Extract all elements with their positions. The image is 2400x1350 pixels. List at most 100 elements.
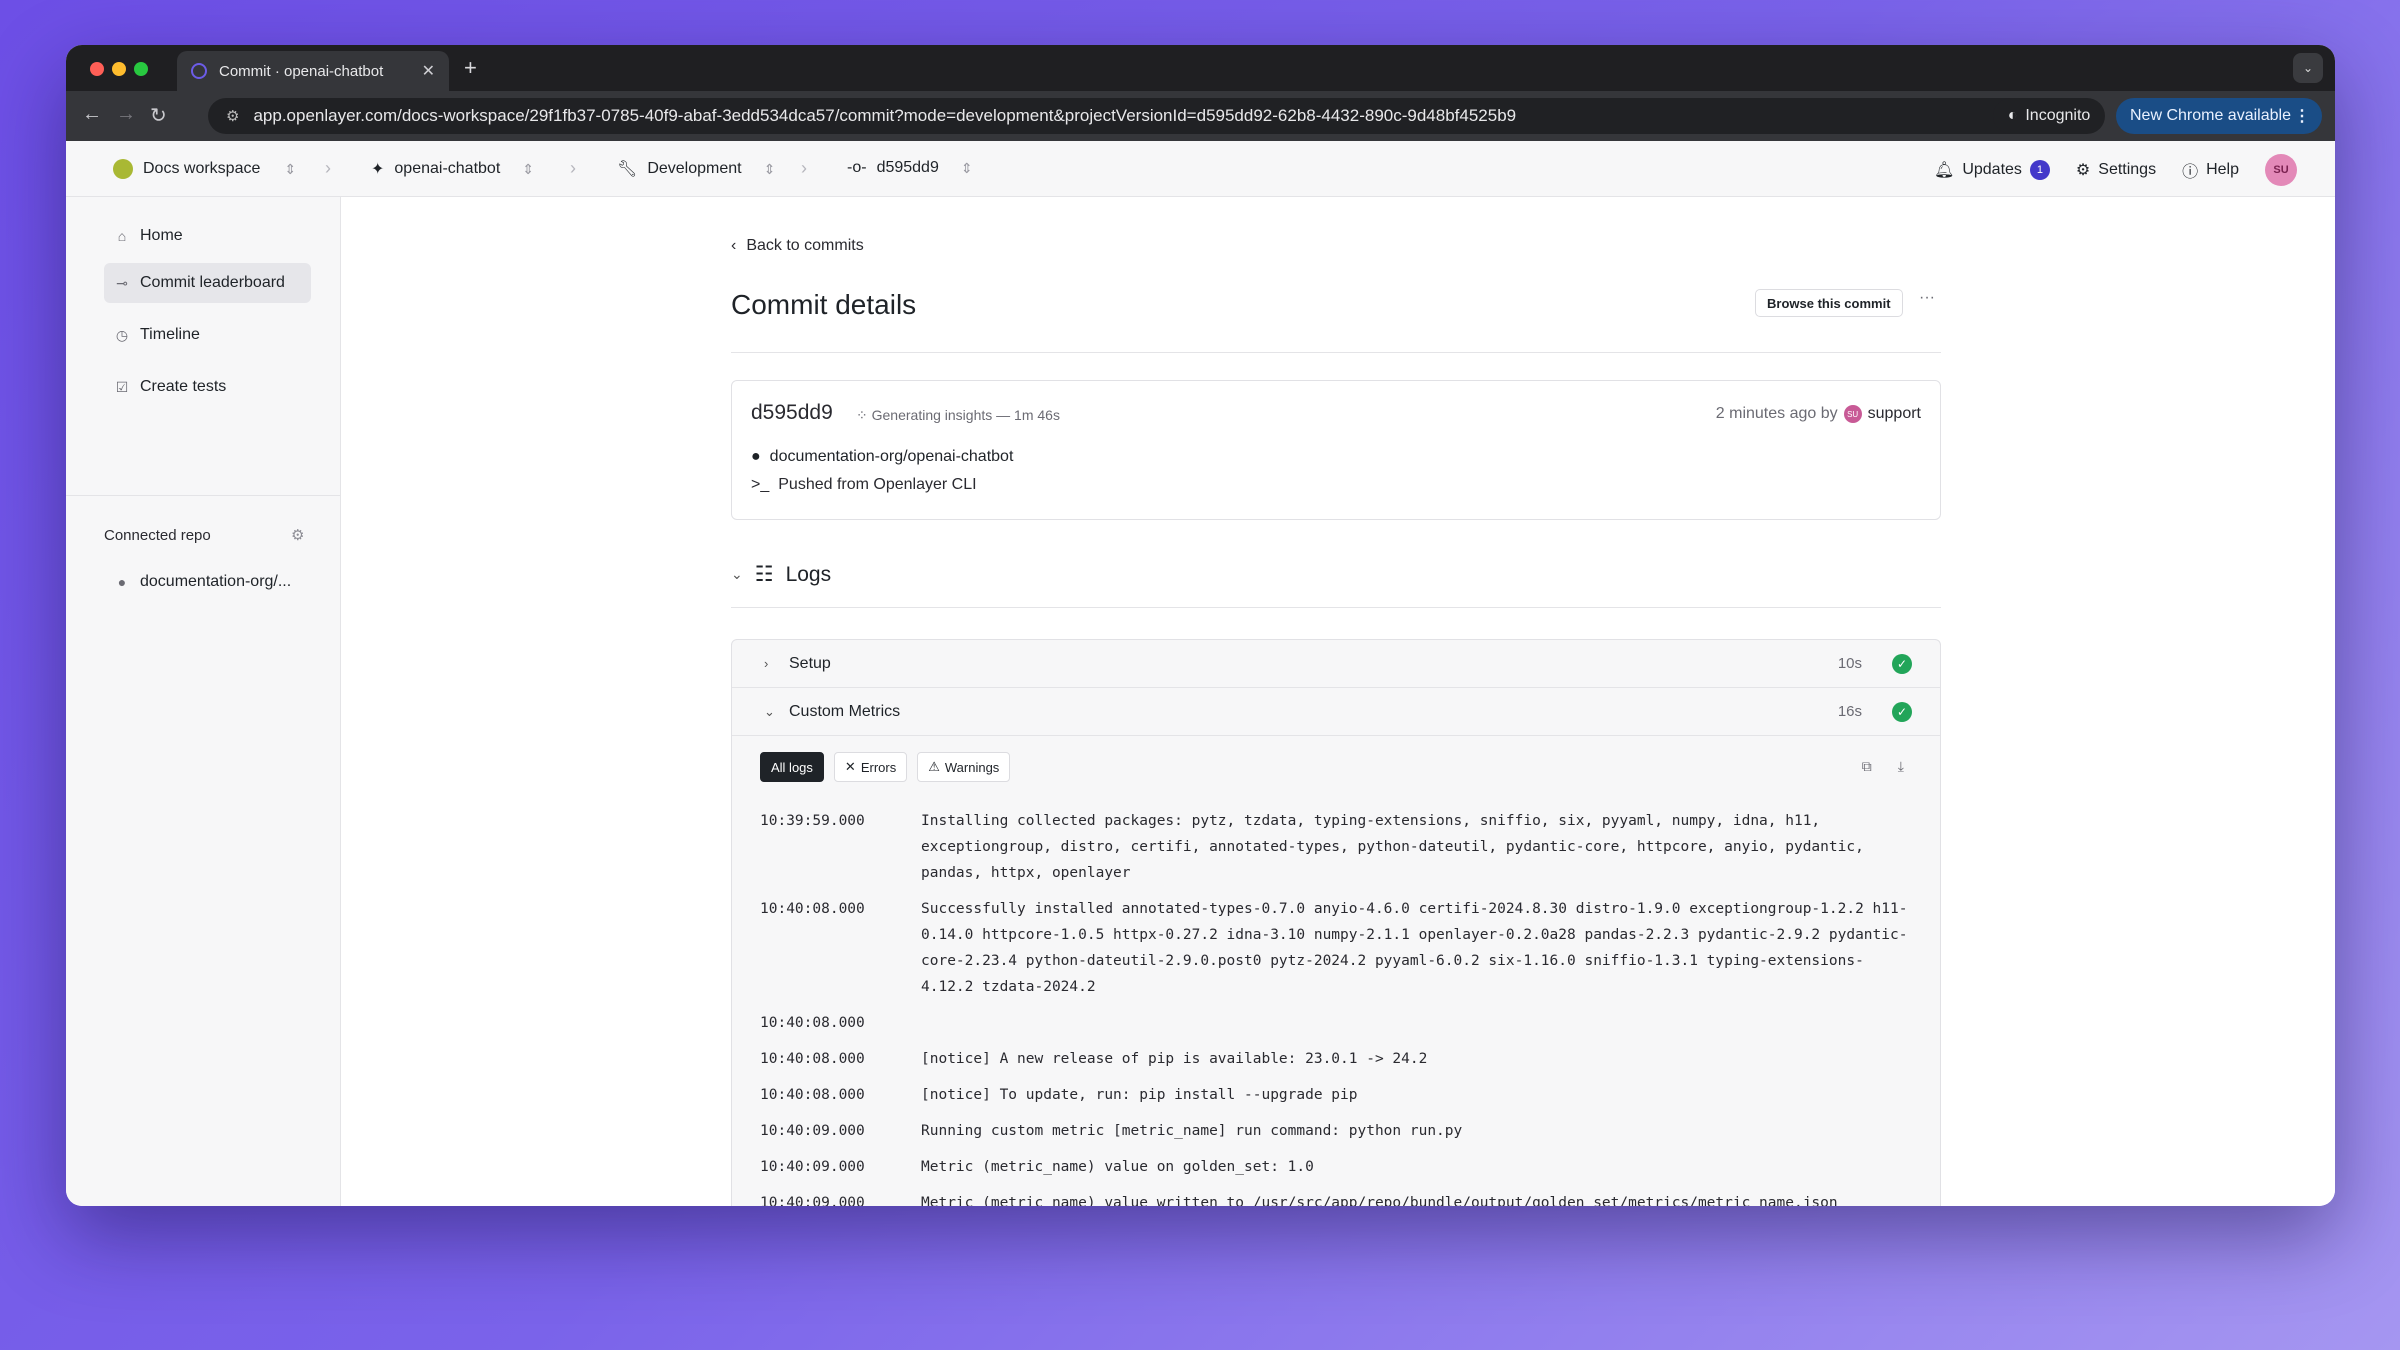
commit-switcher[interactable]: -o- d595dd9 ⇕ bbox=[847, 159, 973, 177]
help-button[interactable]: ⓘ Help bbox=[2182, 158, 2239, 182]
close-tab-icon[interactable]: ✕ bbox=[422, 61, 435, 81]
incognito-indicator[interactable]: ◐ Incognito bbox=[1993, 98, 2105, 134]
chevron-down-icon: ⌄ bbox=[764, 703, 775, 719]
log-timestamp: 10:40:08.000 bbox=[760, 901, 865, 917]
new-tab-icon[interactable]: + bbox=[464, 55, 477, 81]
spinner-icon: ⁘ bbox=[856, 407, 868, 423]
browser-tab[interactable]: Commit · openai-chatbot ✕ bbox=[177, 51, 449, 91]
log-row: 10:40:08.000 Successfully installed annot… bbox=[760, 896, 1910, 1000]
author-name[interactable]: support bbox=[1868, 405, 1921, 423]
browse-commit-button[interactable]: Browse this commit bbox=[1755, 289, 1903, 317]
sidebar-item-home[interactable]: ⌂ Home bbox=[104, 216, 311, 256]
chevron-updown-icon: ⇕ bbox=[522, 160, 534, 177]
sidebar-item-repo[interactable]: ● documentation-org/... bbox=[104, 562, 311, 602]
step-name: Setup bbox=[789, 654, 831, 672]
incognito-icon: ◐ bbox=[2007, 107, 2018, 124]
logs-section-toggle[interactable]: ⌄ ☷ Logs bbox=[731, 562, 831, 587]
download-icon[interactable]: ⤓ bbox=[1898, 758, 1904, 775]
commit-name: d595dd9 bbox=[876, 159, 939, 176]
log-timestamp: 10:40:08.000 bbox=[760, 1051, 865, 1067]
log-lines: 10:39:59.000 Installing collected package… bbox=[760, 808, 1910, 1206]
commit-repo-link[interactable]: ● documentation-org/openai-chatbot bbox=[751, 448, 1013, 466]
mode-name: Development bbox=[647, 160, 742, 177]
user-avatar[interactable]: SU bbox=[2265, 154, 2297, 186]
chevron-updown-icon: ⇕ bbox=[284, 160, 297, 177]
commit-icon: -o- bbox=[847, 159, 867, 176]
logs-title: Logs bbox=[785, 562, 832, 586]
address-bar-row: ← → ↻ ⚙ app.openlayer.com/docs-workspace… bbox=[66, 91, 2335, 141]
settings-button[interactable]: ⚙ Settings bbox=[2076, 160, 2156, 180]
log-message: Installing collected packages: pytz, tzd… bbox=[921, 813, 1873, 881]
insights-status: ⁘ Generating insights — 1m 46s bbox=[856, 407, 1060, 424]
project-switcher[interactable]: ✦ openai-chatbot ⇕ bbox=[371, 159, 534, 179]
forward-arrow-icon[interactable]: → bbox=[116, 103, 136, 126]
updates-button[interactable]: 🔔︎ Updates 1 bbox=[1934, 160, 2050, 180]
log-row: 10:40:08.000 [notice] To update, run: pip… bbox=[760, 1082, 1910, 1108]
checkbox-icon: ☑ bbox=[115, 378, 129, 395]
log-row: 10:40:08.000 [notice] A new release of pi… bbox=[760, 1046, 1910, 1072]
step-name: Custom Metrics bbox=[789, 702, 901, 720]
log-timestamp: 10:39:59.000 bbox=[760, 813, 865, 829]
filter-label: Errors bbox=[860, 759, 897, 775]
gear-icon: ⚙ bbox=[2075, 162, 2091, 179]
new-chrome-button[interactable]: New Chrome available ⋮ bbox=[2116, 98, 2322, 134]
new-chrome-label: New Chrome available bbox=[2130, 107, 2291, 124]
incognito-label: Incognito bbox=[2025, 107, 2091, 124]
filter-label: Warnings bbox=[944, 759, 1000, 775]
breadcrumb-separator-icon: › bbox=[325, 158, 331, 178]
help-label: Help bbox=[2206, 161, 2239, 178]
log-row: 10:40:09.000 Running custom metric [metri… bbox=[760, 1118, 1910, 1144]
repo-settings-gear-icon[interactable]: ⚙ bbox=[291, 526, 304, 544]
back-to-commits-link[interactable]: ‹ Back to commits bbox=[731, 237, 864, 255]
tab-search-icon[interactable]: ⌄ bbox=[2293, 53, 2323, 83]
browser-window: Commit · openai-chatbot ✕ + ⌄ ← → ↻ ⚙ ap… bbox=[66, 45, 2335, 1206]
sidebar-item-label: documentation-org/... bbox=[140, 573, 292, 590]
filter-all-logs[interactable]: All logs bbox=[760, 752, 824, 782]
more-options-icon[interactable]: ··· bbox=[1919, 289, 1935, 307]
site-info-icon[interactable]: ⚙ bbox=[226, 107, 239, 125]
tab-bar: Commit · openai-chatbot ✕ + ⌄ bbox=[66, 45, 2335, 91]
logs-panel: › Setup 10s ✓ ⌄ Custom Metrics 16s ✓ All… bbox=[731, 639, 1941, 1206]
sidebar-item-create-tests[interactable]: ☑ Create tests bbox=[104, 367, 311, 407]
commit-icon: ⊸ bbox=[116, 274, 128, 291]
insights-status-text: Generating insights — 1m 46s bbox=[871, 407, 1060, 423]
filter-warnings[interactable]: ⚠ Warnings bbox=[917, 752, 1011, 782]
sparkle-icon: ✦ bbox=[371, 161, 385, 178]
kebab-menu-icon[interactable]: ⋮ bbox=[2294, 106, 2310, 126]
url-field[interactable]: ⚙ app.openlayer.com/docs-workspace/29f1f… bbox=[208, 98, 2048, 134]
commit-time: 2 minutes ago by bbox=[1715, 405, 1838, 422]
workspace-switcher[interactable]: Docs workspace ⇕ bbox=[113, 159, 296, 179]
mode-switcher[interactable]: 🔧︎ Development ⇕ bbox=[617, 159, 775, 179]
success-check-icon: ✓ bbox=[1892, 653, 1912, 674]
close-window-button[interactable] bbox=[90, 62, 104, 76]
log-row: 10:40:08.000 bbox=[760, 1010, 1910, 1036]
minimize-window-button[interactable] bbox=[112, 62, 126, 76]
chevron-down-icon: ⌄ bbox=[731, 566, 743, 582]
chevron-right-icon: › bbox=[764, 656, 769, 671]
sidebar-item-timeline[interactable]: ◷ Timeline bbox=[104, 315, 311, 355]
app-top-nav: Docs workspace ⇕ › ✦ openai-chatbot ⇕ › … bbox=[66, 141, 2335, 197]
updates-label: Updates bbox=[1962, 161, 2022, 178]
sidebar-item-label: Commit leaderboard bbox=[140, 274, 285, 291]
log-row: 10:39:59.000 Installing collected package… bbox=[760, 808, 1910, 886]
back-label: Back to commits bbox=[746, 237, 864, 254]
copy-icon[interactable]: ⧉ bbox=[1862, 758, 1872, 775]
log-message: Running custom metric [metric_name] run … bbox=[921, 1123, 1463, 1139]
workspace-name: Docs workspace bbox=[143, 160, 261, 177]
reload-icon[interactable]: ↻ bbox=[150, 103, 167, 128]
step-duration: 10s bbox=[1837, 655, 1862, 672]
back-arrow-icon[interactable]: ← bbox=[82, 103, 102, 126]
log-filters: All logs ✕ Errors ⚠ Warnings bbox=[760, 752, 1011, 782]
openlayer-favicon-icon bbox=[191, 63, 207, 79]
bell-icon: 🔔︎ bbox=[1934, 162, 1955, 179]
log-message: Successfully installed annotated-types-0… bbox=[921, 901, 1908, 995]
success-check-icon: ✓ bbox=[1892, 701, 1912, 722]
maximize-window-button[interactable] bbox=[134, 62, 148, 76]
commit-sha: d595dd9 bbox=[751, 401, 833, 424]
step-custom-metrics[interactable]: ⌄ Custom Metrics 16s ✓ bbox=[732, 688, 1940, 736]
step-setup[interactable]: › Setup 10s ✓ bbox=[732, 640, 1940, 688]
sidebar-item-commit-leaderboard[interactable]: ⊸ Commit leaderboard bbox=[104, 263, 311, 303]
log-message: [notice] A new release of pip is availab… bbox=[921, 1051, 1428, 1067]
author-avatar: SU bbox=[1843, 405, 1862, 423]
filter-errors[interactable]: ✕ Errors bbox=[833, 752, 908, 782]
